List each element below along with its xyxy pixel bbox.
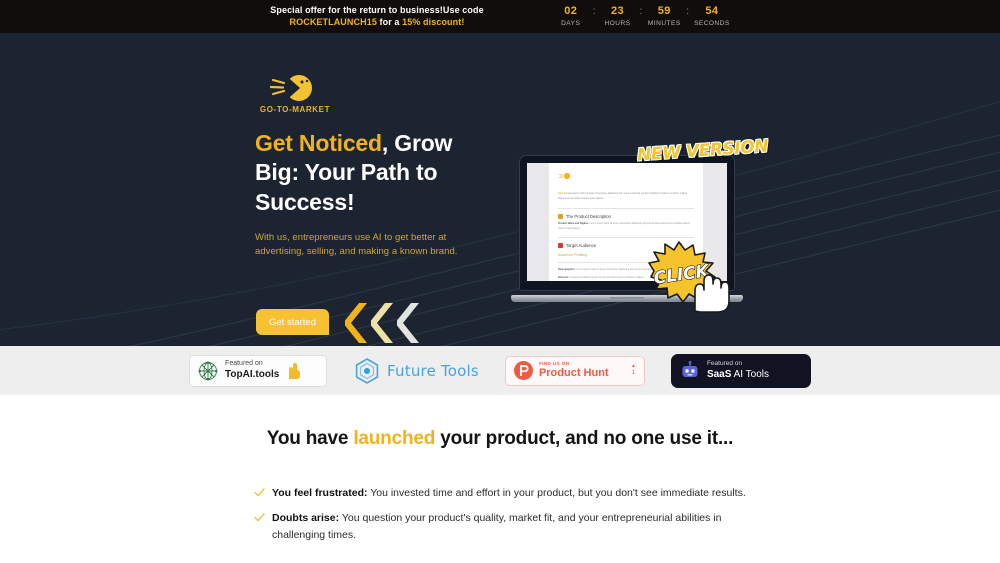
list-item-text: Doubts arise: You question your product'… [272,510,746,543]
topai-network-icon [198,361,218,380]
problem-section: You have launched your product, and no o… [0,395,1000,543]
badge-topai-tools[interactable]: Featured on TopAI.tools [189,354,328,387]
problem-title: You have launched your product, and no o… [0,428,1000,450]
hero-headline: Get Noticed, Grow Big: Your Path to Succ… [255,129,485,217]
list-item-lead: You feel frustrated: [272,487,368,499]
badge-product-hunt[interactable]: FIND US ON Product Hunt ▲ 1 [504,355,645,386]
list-item-body: You question your product's quality, mar… [272,512,722,541]
badge-product-hunt-labels: FIND US ON Product Hunt [539,361,609,380]
badge-saas-line1: Featured on [706,360,742,368]
problem-title-accent: launched [353,428,436,449]
headline-accent: Get Noticed [255,130,382,156]
site-logo[interactable]: GO-TO-MARKET [255,73,335,114]
robot-icon [682,360,698,377]
list-item-body: You invested time and effort in your pro… [367,487,746,499]
problem-bullet-list: You feel frustrated: You invested time a… [254,485,746,543]
document-divider [558,208,694,210]
megaphone-face-icon [269,74,313,101]
promo-discount: 15% discount! [402,16,465,27]
countdown-separator: : [686,6,690,18]
check-icon [254,488,265,497]
triple-chevron-left-icon [345,301,421,345]
product-hunt-icon [513,361,533,380]
countdown-days-label: DAYS [561,19,581,27]
badge-product-hunt-upvote[interactable]: ▲ 1 [631,363,636,377]
promo-bar: Special offer for the return to business… [0,0,1000,33]
problem-title-before: You have [266,428,354,449]
document-body-interests-text: Consectetur adipiscing elit sed do eiusm… [568,276,645,280]
promo-mid: for a [376,16,403,27]
countdown-separator: : [639,6,643,18]
badge-topai-line2: TopAI.tools [225,368,280,380]
pointing-hand-icon [289,362,301,379]
promo-message: Special offer for the return to business… [270,5,483,28]
badge-saas-labels: Featured on SaaS AI Tools [707,360,769,380]
countdown-minutes-value: 59 [657,5,671,18]
badge-topai-labels: Featured on TopAI.tools [225,360,279,381]
list-item-lead: Doubts arise: [272,512,340,525]
badge-saas-line2: SaaS AI Tools [707,369,769,381]
countdown-hours: 23 HOURS [601,5,635,27]
future-tools-hex-icon [355,357,379,384]
featured-badges-strip: Featured on TopAI.tools Future Tools FIN… [0,346,1000,395]
hero-section: GO-TO-MARKET Get Noticed, Grow Big: Your… [0,33,1000,346]
document-body-demographics-lead: Demographics: [558,267,576,271]
list-item: Doubts arise: You question your product'… [254,510,746,543]
countdown-hours-value: 23 [610,5,625,18]
upvote-arrow-icon: ▲ [630,363,636,370]
promo-code: ROCKETLAUNCH15 [289,16,377,27]
countdown-seconds-label: SECONDS [694,19,730,27]
document-intro-text: Lorem ipsum dolor sit amet consectetur a… [558,192,688,200]
countdown-days: 02 DAYS [554,5,588,27]
countdown-timer: 02 DAYS : 23 HOURS : 59 MINUTES : 54 SEC… [554,5,730,27]
document-logo-icon [558,172,571,180]
document-heading-product: The Product Description [558,214,694,220]
building-icon [558,214,563,220]
countdown-separator: : [592,6,596,18]
badge-saas-ai-tools[interactable]: Featured on SaaS AI Tools [670,353,811,388]
check-icon [254,513,265,522]
badge-product-hunt-upvote-count: 1 [631,369,636,376]
logo-text: GO-TO-MARKET [259,105,331,114]
promo-line-2: ROCKETLAUNCH15 for a 15% discount! [270,17,483,28]
countdown-minutes: 59 MINUTES [647,5,681,27]
document-body-interests-lead: Interests: [558,276,569,280]
hero-subheading: With us, entrepreneurs use AI to get bet… [255,232,458,258]
get-started-button[interactable]: Get started [256,309,329,335]
document-divider [558,236,694,238]
promo-line-1: Special offer for the return to business… [270,5,484,16]
document-intro: https://Lorem ipsum dolor sit amet conse… [558,192,694,201]
countdown-hours-label: HOURS [604,19,631,27]
document-body-demographics-text: Lorem ipsum dolor sit amet consectetur a… [575,267,660,271]
document-heading-audience-text: Target Audience [566,242,597,248]
countdown-seconds: 54 SECONDS [694,5,730,27]
document-body-product: Product Name and Tagline: Lorem ipsum do… [558,222,694,231]
document-heading-product-text: The Product Description [566,214,611,220]
badge-saas-brand: SaaS [706,368,732,380]
laptop-notch [610,296,644,299]
badge-future-tools-label: Future Tools [387,361,479,380]
list-item: You feel frustrated: You invested time a… [254,485,746,501]
countdown-seconds-value: 54 [705,5,719,18]
countdown-days-value: 02 [564,5,578,18]
badge-saas-suffix: AI Tools [731,368,770,380]
badge-product-hunt-line2: Product Hunt [538,367,609,380]
list-item-text: You feel frustrated: You invested time a… [272,485,746,501]
flag-icon [558,242,563,248]
document-body-product-lead: Product Name and Tagline: [558,222,589,226]
badge-topai-line1: Featured on [225,360,263,368]
badge-future-tools[interactable]: Future Tools [353,357,479,385]
click-badge: CLICK [648,241,730,313]
countdown-minutes-label: MINUTES [647,19,681,27]
problem-title-after: your product, and no one use it... [435,428,734,449]
